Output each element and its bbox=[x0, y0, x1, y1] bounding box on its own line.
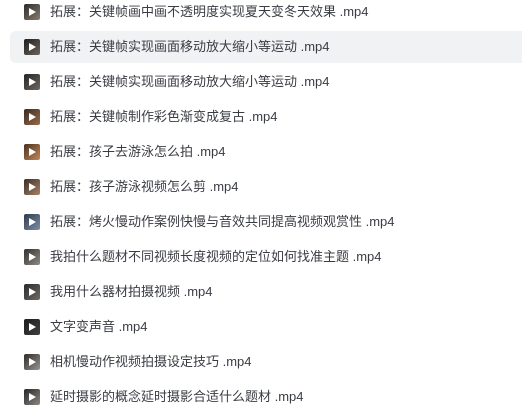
file-item[interactable]: 拓展：孩子游泳视频怎么剪 .mp4 bbox=[10, 171, 522, 203]
video-thumbnail-icon bbox=[24, 144, 40, 160]
file-name: 拓展：关键帧画中画不透明度实现夏天变冬天效果 .mp4 bbox=[50, 4, 369, 19]
file-list: 拓展：关键帧画中画不透明度实现夏天变冬天效果 .mp4 拓展：关键帧实现画面移动… bbox=[0, 0, 522, 417]
video-thumbnail-icon bbox=[24, 214, 40, 230]
file-item[interactable]: 拓展：关键帧画中画不透明度实现夏天变冬天效果 .mp4 bbox=[10, 0, 522, 28]
file-item[interactable]: 拓展：孩子去游泳怎么拍 .mp4 bbox=[10, 136, 522, 168]
file-name: 文字变声音 .mp4 bbox=[50, 319, 148, 334]
file-item[interactable]: 我拍什么题材不同视频长度视频的定位如何找准主题 .mp4 bbox=[10, 241, 522, 273]
file-item[interactable]: 文字变声音 .mp4 bbox=[10, 311, 522, 343]
file-name: 我用什么器材拍摄视频 .mp4 bbox=[50, 284, 213, 299]
file-item[interactable]: 拓展：关键帧实现画面移动放大缩小等运动 .mp4 bbox=[10, 66, 522, 98]
video-thumbnail-icon bbox=[24, 284, 40, 300]
file-item[interactable]: 拓展：关键帧实现画面移动放大缩小等运动 .mp4 bbox=[10, 31, 522, 63]
video-thumbnail-icon bbox=[24, 389, 40, 405]
video-thumbnail-icon bbox=[24, 354, 40, 370]
video-thumbnail-icon bbox=[24, 39, 40, 55]
file-item[interactable]: 延时摄影的概念延时摄影合适什么题材 .mp4 bbox=[10, 381, 522, 413]
video-thumbnail-icon bbox=[24, 4, 40, 20]
file-item[interactable]: 相机慢动作视频拍摄设定技巧 .mp4 bbox=[10, 346, 522, 378]
file-name: 我拍什么题材不同视频长度视频的定位如何找准主题 .mp4 bbox=[50, 249, 382, 264]
video-thumbnail-icon bbox=[24, 109, 40, 125]
file-name: 拓展：烤火慢动作案例快慢与音效共同提高视频观赏性 .mp4 bbox=[50, 214, 395, 229]
video-thumbnail-icon bbox=[24, 74, 40, 90]
file-name: 拓展：孩子游泳视频怎么剪 .mp4 bbox=[50, 179, 239, 194]
file-name: 拓展：孩子去游泳怎么拍 .mp4 bbox=[50, 144, 226, 159]
file-item[interactable]: 我用什么器材拍摄视频 .mp4 bbox=[10, 276, 522, 308]
file-name: 拓展：关键帧实现画面移动放大缩小等运动 .mp4 bbox=[50, 39, 330, 54]
file-item[interactable]: 拓展：关键帧制作彩色渐变成复古 .mp4 bbox=[10, 101, 522, 133]
file-name: 拓展：关键帧制作彩色渐变成复古 .mp4 bbox=[50, 109, 278, 124]
video-thumbnail-icon bbox=[24, 249, 40, 265]
file-name: 拓展：关键帧实现画面移动放大缩小等运动 .mp4 bbox=[50, 74, 330, 89]
file-name: 延时摄影的概念延时摄影合适什么题材 .mp4 bbox=[50, 389, 304, 404]
video-thumbnail-icon bbox=[24, 319, 40, 335]
video-thumbnail-icon bbox=[24, 179, 40, 195]
file-name: 相机慢动作视频拍摄设定技巧 .mp4 bbox=[50, 354, 252, 369]
file-item[interactable]: 拓展：烤火慢动作案例快慢与音效共同提高视频观赏性 .mp4 bbox=[10, 206, 522, 238]
